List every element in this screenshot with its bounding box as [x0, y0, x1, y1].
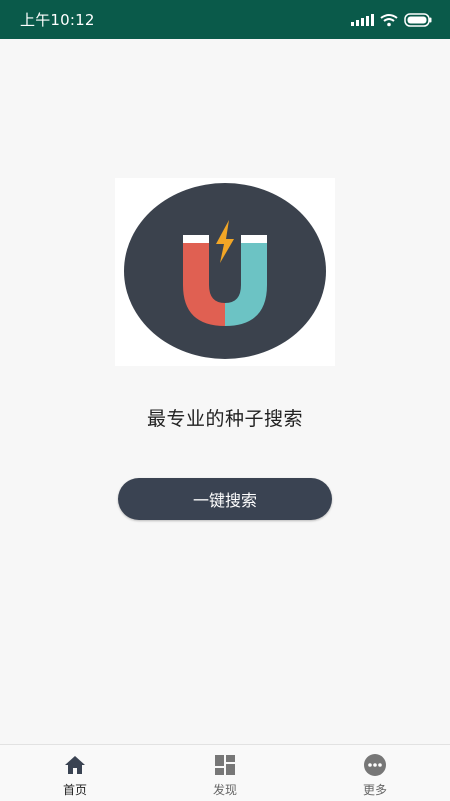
- more-icon: [364, 754, 386, 776]
- grid-icon: [215, 755, 235, 775]
- nav-label-more: 更多: [362, 783, 387, 797]
- status-bar: 上午10:12: [0, 0, 450, 39]
- home-icon: [65, 756, 85, 774]
- signal-icon: [351, 13, 374, 26]
- nav-item-discover[interactable]: 发现: [150, 745, 300, 801]
- bottom-nav: 首页 发现 更多: [0, 744, 450, 801]
- app-logo: [115, 178, 335, 366]
- nav-label-discover: 发现: [212, 783, 237, 797]
- nav-item-more[interactable]: 更多: [300, 745, 450, 801]
- tagline: 最专业的种子搜索: [146, 408, 303, 430]
- status-time: 上午10:12: [20, 11, 95, 29]
- nav-item-home[interactable]: 首页: [0, 745, 150, 801]
- nav-label-home: 首页: [62, 783, 87, 797]
- wifi-icon: [380, 13, 398, 26]
- status-icons: [351, 12, 432, 27]
- one-click-search-button[interactable]: 一键搜索: [118, 478, 332, 520]
- magnet-logo-icon: [124, 183, 326, 359]
- battery-icon: [404, 12, 432, 27]
